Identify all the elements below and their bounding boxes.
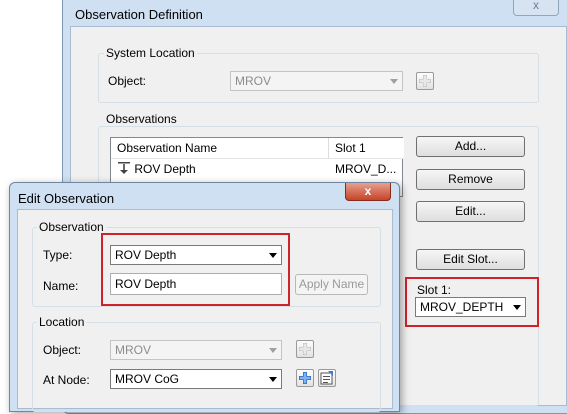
- node-properties-button[interactable]: [318, 369, 336, 387]
- column-header-slot-1[interactable]: Slot 1: [329, 138, 404, 159]
- location-object-select[interactable]: MROV: [110, 340, 282, 360]
- close-icon: x: [533, 0, 539, 12]
- close-icon: x: [364, 184, 372, 198]
- location-group-label: Location: [37, 315, 87, 329]
- node-label: At Node:: [43, 373, 90, 387]
- remove-button[interactable]: Remove: [416, 169, 525, 190]
- node-select[interactable]: MROV CoG: [110, 369, 282, 389]
- pick-object-button[interactable]: [416, 72, 434, 90]
- chevron-down-icon: [269, 377, 277, 382]
- observation-name-cell: ROV Depth: [134, 162, 196, 176]
- apply-name-button[interactable]: Apply Name: [295, 274, 368, 295]
- observation-group-label: Observation: [37, 220, 106, 234]
- edit-slot-button[interactable]: Edit Slot...: [416, 249, 525, 270]
- observation-highlight: [101, 233, 290, 306]
- close-button[interactable]: x: [513, 0, 559, 16]
- chevron-down-icon: [269, 348, 277, 353]
- object-select[interactable]: MROV: [230, 71, 403, 91]
- pick-location-object-button[interactable]: [296, 340, 314, 358]
- chevron-down-icon: [390, 79, 398, 84]
- table-row[interactable]: ROV Depth: [117, 159, 196, 179]
- plus-icon: [299, 343, 311, 355]
- type-label: Type:: [43, 248, 73, 262]
- add-node-icon: [299, 372, 311, 384]
- depth-arrow-icon: [118, 162, 130, 174]
- observations-label: Observations: [104, 112, 179, 126]
- add-button[interactable]: Add...: [416, 136, 525, 157]
- column-header-observation-name[interactable]: Observation Name: [111, 138, 329, 159]
- edit-button[interactable]: Edit...: [416, 201, 525, 222]
- object-label: Object:: [108, 74, 147, 88]
- name-label: Name:: [43, 279, 79, 293]
- location-object-label: Object:: [43, 343, 82, 357]
- window-title: Observation Definition: [75, 7, 203, 22]
- dialog-title: Edit Observation: [18, 191, 115, 206]
- plus-icon: [419, 75, 431, 87]
- dialog-close-button[interactable]: x: [345, 183, 391, 201]
- slot-highlight: [405, 277, 539, 327]
- slot-1-cell: MROV_D...: [335, 162, 397, 176]
- system-location-label: System Location: [104, 46, 197, 60]
- location-group: [32, 322, 381, 412]
- properties-icon: [320, 371, 333, 385]
- pick-node-button[interactable]: [296, 369, 314, 387]
